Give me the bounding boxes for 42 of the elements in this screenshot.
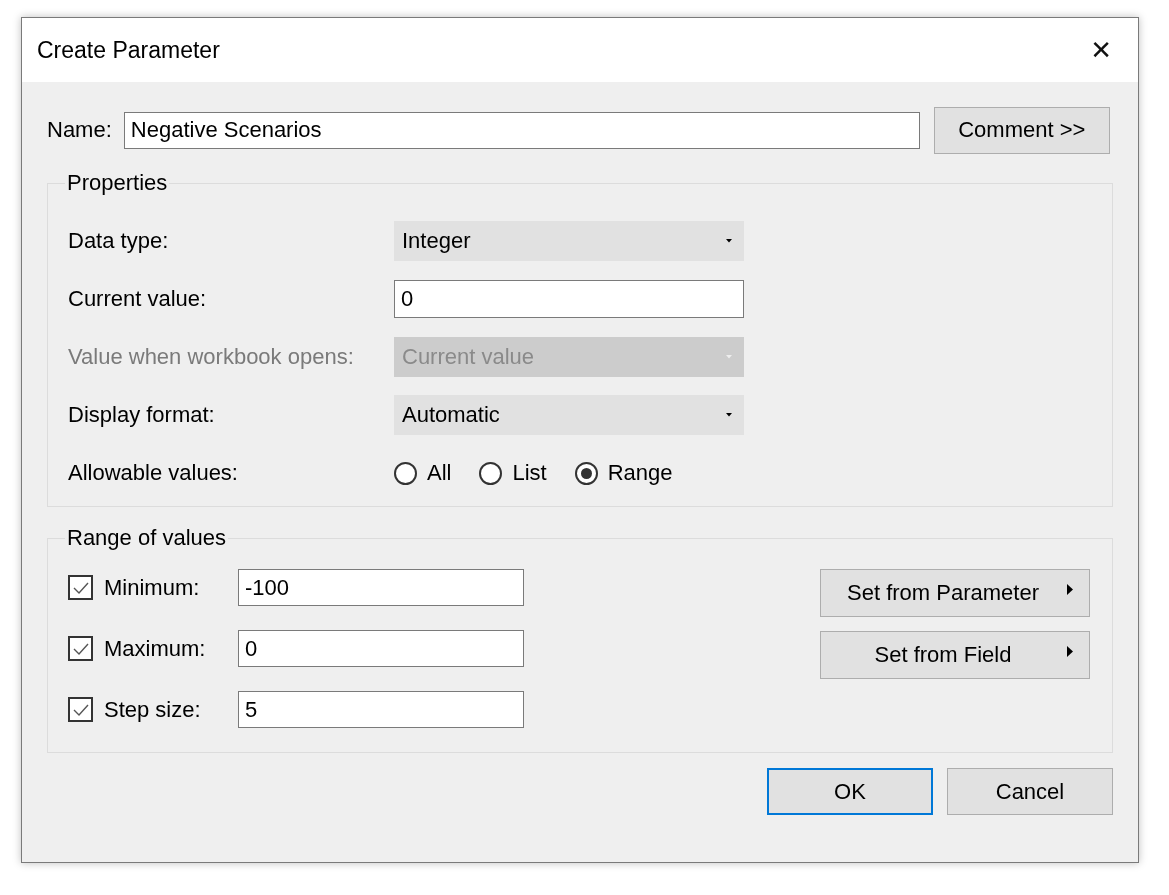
- checkbox-label: Minimum:: [104, 574, 201, 601]
- comment-button[interactable]: Comment >>: [933, 106, 1110, 154]
- field-label: Allowable values:: [68, 460, 239, 486]
- radio-label: Range: [607, 460, 673, 486]
- radio-button[interactable]: [479, 461, 503, 485]
- value-field[interactable]: 0: [238, 630, 524, 667]
- checkbox-label: Step size:: [104, 696, 202, 723]
- checkbox[interactable]: [68, 697, 93, 722]
- value-field[interactable]: 5: [238, 691, 524, 728]
- group-title: Range of values: [66, 525, 227, 551]
- arrow-icon: [1067, 646, 1073, 657]
- field-label: Display format:: [68, 402, 216, 428]
- check-icon: [72, 641, 89, 656]
- menu-button[interactable]: Set from Field: [820, 631, 1090, 679]
- close-button[interactable]: ✕: [1082, 35, 1120, 65]
- field-label: Current value:: [68, 286, 208, 312]
- name-label: Name:: [47, 117, 112, 143]
- dialog-button[interactable]: Cancel: [947, 768, 1113, 815]
- name-field[interactable]: Negative Scenarios: [123, 111, 920, 149]
- dropdown[interactable]: Automatic: [394, 395, 744, 435]
- caret-icon: [726, 239, 732, 243]
- radio-label: List: [512, 460, 547, 486]
- checkbox[interactable]: [68, 636, 93, 661]
- field-label: Value when workbook opens:: [68, 344, 355, 370]
- field-label: Data type:: [68, 228, 170, 254]
- value-field[interactable]: 0: [394, 280, 744, 318]
- value-field[interactable]: -100: [238, 569, 524, 606]
- dropdown[interactable]: Integer: [394, 221, 744, 261]
- checkbox[interactable]: [68, 575, 93, 600]
- caret-icon: [726, 413, 732, 417]
- radio-button[interactable]: [394, 461, 417, 485]
- radio-label: All: [427, 460, 452, 486]
- dialog-button[interactable]: OK: [767, 768, 933, 815]
- arrow-icon: [1067, 584, 1073, 595]
- checkbox-label: Maximum:: [104, 635, 207, 662]
- caret-icon: [726, 355, 732, 359]
- radio-button[interactable]: [574, 461, 598, 485]
- check-icon: [72, 580, 89, 595]
- group-title: Properties: [66, 170, 169, 196]
- window-title: Create Parameter: [37, 36, 220, 64]
- menu-button[interactable]: Set from Parameter: [820, 569, 1090, 617]
- check-icon: [72, 702, 89, 717]
